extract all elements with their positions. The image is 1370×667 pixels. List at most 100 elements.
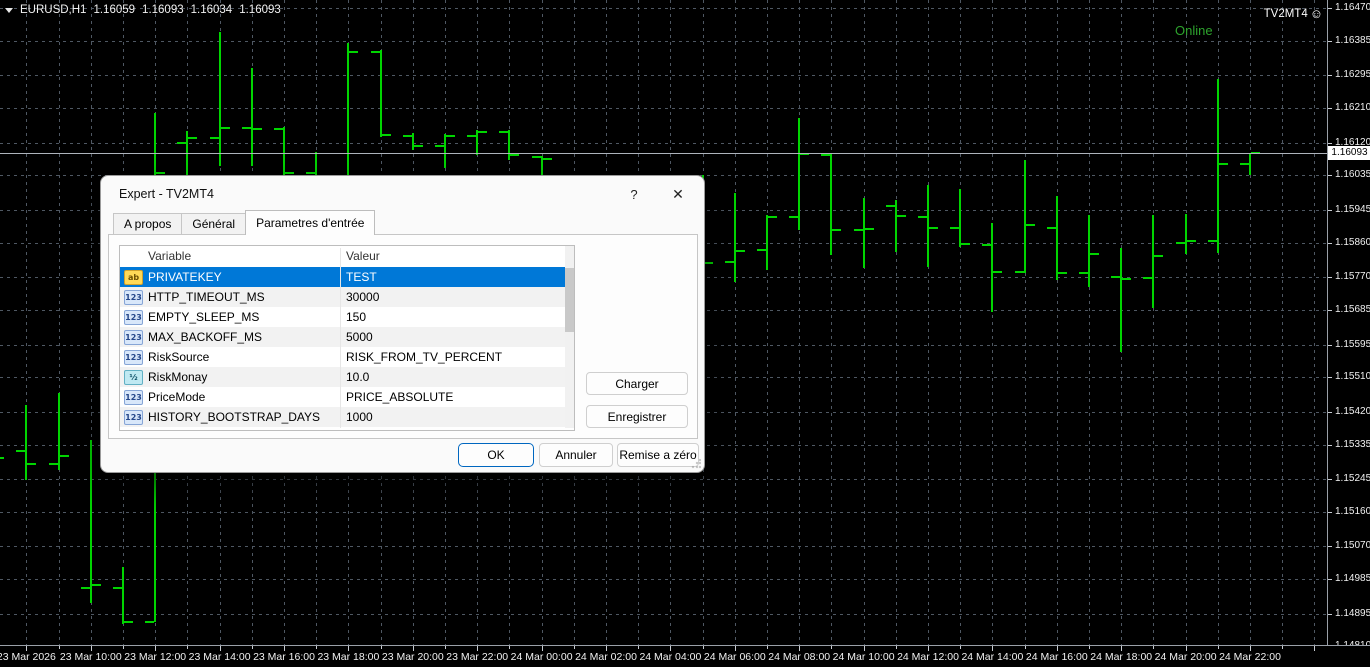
ohlc-bar bbox=[1055, 196, 1058, 280]
tab-parametres-entree[interactable]: Parametres d'entrée bbox=[245, 210, 376, 235]
open-tick bbox=[950, 227, 960, 229]
table-scrollbar[interactable] bbox=[565, 246, 574, 428]
grid-vline bbox=[58, 0, 60, 645]
close-tick bbox=[1154, 255, 1164, 258]
expert-properties-dialog: Expert - TV2MT4 ? ✕ A propos Général Par… bbox=[100, 175, 705, 473]
ok-button[interactable]: OK bbox=[458, 443, 534, 467]
time-tick bbox=[380, 646, 382, 649]
close-tick bbox=[349, 50, 359, 53]
charger-button[interactable]: Charger bbox=[586, 372, 688, 395]
open-tick bbox=[918, 215, 927, 218]
price-label: 1.16295 bbox=[1335, 69, 1370, 81]
param-value[interactable]: 10.0 bbox=[346, 370, 369, 384]
price-label: 1.15770 bbox=[1335, 271, 1370, 283]
ohlc-bar bbox=[766, 214, 768, 270]
grid-vline bbox=[1089, 0, 1090, 645]
close-tick bbox=[929, 227, 938, 229]
close-tick bbox=[252, 128, 262, 131]
open-tick bbox=[1014, 270, 1024, 273]
close-tick bbox=[993, 270, 1003, 273]
grid-hline bbox=[0, 579, 1327, 581]
open-tick bbox=[113, 586, 122, 589]
param-value[interactable]: 5000 bbox=[346, 330, 373, 344]
close-tick bbox=[478, 130, 488, 133]
price-label: 1.15860 bbox=[1335, 236, 1370, 248]
time-label: 24 Mar 14:00 bbox=[961, 651, 1024, 663]
scrollbar-thumb[interactable] bbox=[565, 268, 574, 332]
annuler-button[interactable]: Annuler bbox=[539, 443, 613, 467]
price-label: 1.14895 bbox=[1335, 607, 1370, 619]
table-row-PRIVATEKEY[interactable]: ab PRIVATEKEY TEST bbox=[120, 267, 565, 287]
price-label: 1.15070 bbox=[1335, 540, 1370, 552]
param-value[interactable]: 30000 bbox=[346, 290, 379, 304]
time-label: 24 Mar 02:00 bbox=[575, 651, 637, 663]
param-value[interactable]: RISK_FROM_TV_PERCENT bbox=[346, 350, 502, 364]
chevron-down-icon[interactable] bbox=[5, 7, 13, 13]
help-button[interactable]: ? bbox=[619, 183, 649, 205]
grid-vline bbox=[799, 0, 801, 645]
price-label: 1.15685 bbox=[1335, 303, 1370, 315]
dialog-title: Expert - TV2MT4 bbox=[119, 187, 214, 201]
123-type-icon: 123 bbox=[124, 330, 143, 345]
time-tick bbox=[767, 646, 768, 649]
price-label: 1.16210 bbox=[1335, 102, 1370, 113]
param-value[interactable]: PRICE_ABSOLUTE bbox=[346, 390, 453, 404]
tab-page-parameters: Variable Valeur ab PRIVATEKEY TEST 123 HTTP_… bbox=[108, 234, 698, 439]
ohlc-bar bbox=[991, 223, 994, 312]
header-variable: Variable bbox=[148, 249, 192, 263]
ohlc-bar bbox=[57, 393, 60, 470]
tab-a-propos[interactable]: A propos bbox=[113, 213, 183, 235]
enregistrer-button[interactable]: Enregistrer bbox=[586, 405, 688, 428]
time-tick bbox=[445, 646, 446, 649]
close-tick bbox=[1025, 224, 1035, 227]
ohlc-bar bbox=[1023, 159, 1026, 273]
dialog-titlebar[interactable]: Expert - TV2MT4 bbox=[101, 176, 704, 212]
table-row-EMPTY_SLEEP_MS[interactable]: 123 EMPTY_SLEEP_MS 150 bbox=[120, 307, 565, 327]
grid-vline bbox=[767, 0, 768, 645]
grid-vline bbox=[895, 0, 897, 645]
table-row-HISTORY_BOOTSTRAP_DAYS[interactable]: 123 HISTORY_BOOTSTRAP_DAYS 1000 bbox=[120, 407, 565, 427]
open-tick bbox=[1046, 227, 1056, 229]
time-tick bbox=[187, 646, 189, 649]
price-tick bbox=[1328, 242, 1332, 244]
close-tick bbox=[220, 127, 230, 129]
123-type-icon: 123 bbox=[124, 290, 143, 305]
grid-vline bbox=[1250, 0, 1251, 645]
close-tick bbox=[1218, 163, 1228, 166]
ea-smiley-icon: ☺ bbox=[1309, 6, 1323, 21]
time-label: 24 Mar 16:00 bbox=[1025, 651, 1088, 663]
param-value[interactable]: 150 bbox=[346, 310, 366, 324]
time-label: 24 Mar 06:00 bbox=[703, 651, 766, 663]
price-tick bbox=[1328, 579, 1332, 581]
price-axis[interactable]: 1.16470 1.16385 1.16295 1.16210 1.16120 1.160… bbox=[1327, 0, 1370, 651]
ohlc-bar bbox=[250, 67, 253, 166]
param-value[interactable]: TEST bbox=[346, 270, 377, 284]
table-row-RiskSource[interactable]: 123 RiskSource RISK_FROM_TV_PERCENT bbox=[120, 347, 565, 367]
tab-general[interactable]: Général bbox=[181, 213, 247, 235]
open-tick bbox=[16, 450, 26, 452]
open-tick bbox=[370, 50, 380, 53]
quote-low: 1.16034 bbox=[190, 4, 233, 16]
close-icon[interactable]: ✕ bbox=[663, 183, 693, 205]
close-tick bbox=[896, 215, 906, 218]
ohlc-bar bbox=[25, 404, 28, 480]
123-type-icon: 123 bbox=[124, 350, 143, 365]
open-tick bbox=[209, 137, 219, 139]
table-row-MAX_BACKOFF_MS[interactable]: 123 MAX_BACKOFF_MS 5000 bbox=[120, 327, 565, 347]
mt4-window: EURUSD,H1 1.16059 1.16093 1.16034 1.1609… bbox=[0, 0, 1370, 667]
open-tick bbox=[885, 205, 895, 208]
remise-a-zero-button[interactable]: Remise a zéro bbox=[617, 443, 699, 467]
close-tick bbox=[1090, 253, 1099, 256]
param-value[interactable]: 1000 bbox=[346, 410, 373, 424]
table-row-RiskMonay[interactable]: ½ RiskMonay 10.0 bbox=[120, 367, 565, 387]
table-row-HTTP_TIMEOUT_MS[interactable]: 123 HTTP_TIMEOUT_MS 30000 bbox=[120, 287, 565, 307]
time-axis[interactable]: 23 Mar 2026 23 Mar 10:00 23 Mar 12:00 23 Ma… bbox=[0, 645, 1370, 667]
table-row-PriceMode[interactable]: 123 PriceMode PRICE_ABSOLUTE bbox=[120, 387, 565, 407]
resize-grip[interactable] bbox=[691, 459, 701, 469]
123-type-icon: 123 bbox=[124, 310, 143, 325]
open-tick bbox=[48, 463, 58, 466]
grid-vline bbox=[992, 0, 994, 645]
close-tick bbox=[188, 137, 198, 139]
ohlc-bar bbox=[1152, 214, 1155, 308]
expert-advisor-badge[interactable]: TV2MT4 ☺ bbox=[1264, 6, 1323, 21]
